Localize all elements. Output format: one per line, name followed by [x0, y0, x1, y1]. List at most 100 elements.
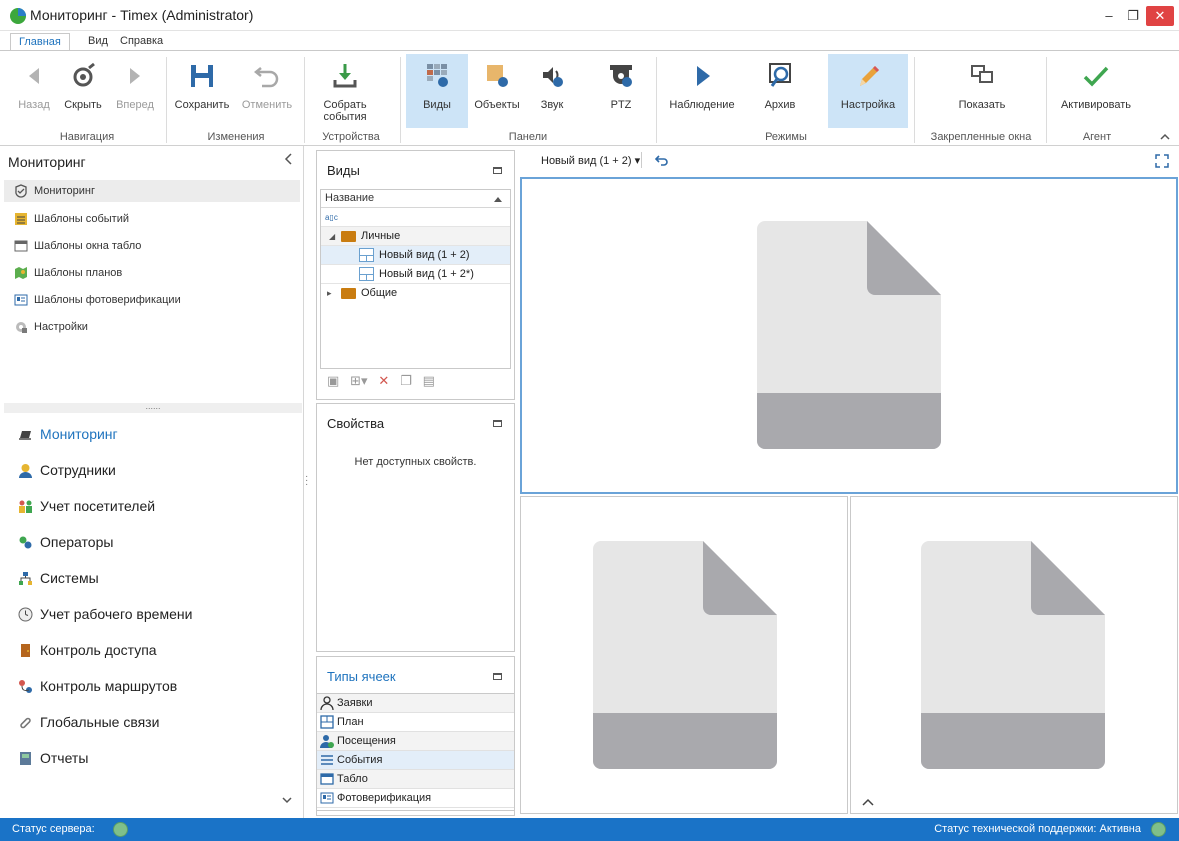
minimize-panel-icon[interactable] — [493, 167, 502, 174]
nav-employees[interactable]: Сотрудники — [18, 452, 298, 488]
objects-button[interactable]: Объекты — [470, 54, 524, 128]
menu-bar: Главная Вид Справка — [0, 31, 1179, 51]
add-view-icon[interactable]: ▣ — [327, 373, 339, 388]
filter-row[interactable]: a▯c — [321, 208, 510, 227]
nav-systems[interactable]: Системы — [18, 560, 298, 596]
nav-label: Учет посетителей — [40, 498, 156, 514]
cell-type-item[interactable]: План — [317, 713, 514, 732]
support-status-label: Статус технической поддержки: Активна — [934, 823, 1141, 835]
view-label: Новый вид (1 + 2) — [379, 249, 470, 261]
view-cell-bottom-right[interactable] — [850, 496, 1178, 814]
tab-view[interactable]: Вид — [80, 33, 116, 51]
cell-type-item[interactable]: Фотоверификация — [317, 789, 514, 808]
cancel-button[interactable]: Отменить — [236, 54, 298, 128]
chevron-up-icon[interactable] — [1160, 133, 1170, 141]
forward-button[interactable]: Вперед — [112, 54, 158, 128]
views-panel-title: Виды — [327, 163, 360, 178]
copy-icon[interactable]: ❐ — [400, 373, 412, 388]
nav-label: Операторы — [40, 534, 114, 550]
view-cell-main[interactable] — [520, 177, 1178, 494]
minimize-panel-icon[interactable] — [493, 420, 502, 427]
cell-type-item[interactable]: Заявки — [317, 694, 514, 713]
save-button[interactable]: Сохранить — [170, 54, 234, 128]
nav-route-control[interactable]: Контроль маршрутов — [18, 668, 298, 704]
properties-panel-title: Свойства — [327, 416, 385, 431]
tree-item-photo-templates[interactable]: Шаблоны фотоверификации — [14, 289, 300, 311]
minimize-panel-icon[interactable] — [493, 673, 502, 680]
chevron-left-icon[interactable] — [284, 153, 294, 165]
sound-button[interactable]: Звук — [528, 54, 576, 128]
id-card-icon — [320, 792, 334, 804]
paste-icon[interactable]: ▤ — [423, 373, 435, 388]
cell-type-item[interactable]: Посещения — [317, 732, 514, 751]
observation-button[interactable]: Наблюдение — [664, 54, 740, 128]
employees-icon — [19, 464, 32, 478]
nav-monitoring[interactable]: Мониторинг — [18, 416, 298, 452]
nav-label: Отчеты — [40, 750, 89, 766]
nav-work-time[interactable]: Учет рабочего времени — [18, 596, 298, 632]
nav-label: Контроль доступа — [40, 642, 157, 658]
collapse-arrow-icon[interactable]: ▸ — [327, 284, 332, 303]
play-icon — [697, 66, 710, 86]
tree-item-monitoring[interactable]: Мониторинг — [4, 180, 300, 202]
close-button[interactable]: ✕ — [1146, 6, 1174, 26]
archive-label: Архив — [764, 99, 796, 111]
id-card-icon — [14, 294, 28, 306]
back-button[interactable]: Назад — [16, 54, 52, 128]
empty-document-icon — [757, 221, 941, 449]
properties-panel: Свойства Нет доступных свойств. — [316, 403, 515, 652]
collect-events-button[interactable]: Собрать события — [314, 54, 376, 128]
vertical-splitter-handle[interactable]: · · · — [305, 472, 308, 490]
tree-folder-common[interactable]: ▸ Общие — [321, 284, 510, 303]
group-navigation: Навигация — [59, 131, 115, 143]
chevron-down-icon[interactable] — [282, 796, 292, 804]
minimize-button[interactable]: – — [1096, 6, 1122, 26]
nav-operators[interactable]: Операторы — [18, 524, 298, 560]
settings-button[interactable]: Настройка — [828, 54, 908, 128]
clock-icon — [18, 607, 33, 622]
tree-item-event-templates[interactable]: Шаблоны событий — [14, 208, 300, 230]
view-cell-bottom-left[interactable] — [520, 496, 848, 814]
tree-item-board-templates[interactable]: Шаблоны окна табло — [14, 235, 300, 257]
tree-item-label: Шаблоны событий — [34, 213, 129, 225]
cell-type-item[interactable]: События — [317, 751, 514, 770]
chevron-up-icon[interactable] — [861, 797, 875, 807]
cell-type-item[interactable]: Табло — [317, 770, 514, 789]
view-toolbar: Новый вид (1 + 2) ▾ — [519, 146, 1179, 176]
tree-folder-personal[interactable]: ◢ Личные — [321, 227, 510, 246]
layout-icon[interactable]: ⊞▾ — [350, 373, 367, 388]
back-label: Назад — [18, 99, 50, 111]
ptz-button[interactable]: PTZ — [594, 54, 648, 128]
nav-visitors[interactable]: Учет посетителей — [18, 488, 298, 524]
hide-button[interactable]: Скрыть — [58, 54, 108, 128]
show-button[interactable]: Показать — [928, 54, 1036, 128]
speaker-icon — [543, 67, 563, 87]
nav-label: Сотрудники — [40, 462, 116, 478]
expand-arrow-icon[interactable]: ◢ — [329, 227, 335, 246]
show-label: Показать — [958, 99, 1006, 111]
undo-icon[interactable] — [655, 154, 669, 166]
nav-reports[interactable]: Отчеты — [18, 740, 298, 776]
tree-item-plan-templates[interactable]: Шаблоны планов — [14, 262, 300, 284]
tree-item-settings[interactable]: Настройки — [14, 316, 300, 338]
tree-item-view-2[interactable]: Новый вид (1 + 2*) — [321, 265, 510, 284]
left-panel-title: Мониторинг — [8, 154, 86, 170]
nav-global-links[interactable]: Глобальные связи — [18, 704, 298, 740]
archive-button[interactable]: Архив — [750, 54, 810, 128]
ptz-label: PTZ — [610, 99, 632, 111]
activate-button[interactable]: Активировать — [1052, 54, 1140, 128]
column-header-name[interactable]: Название — [321, 190, 510, 208]
restore-button[interactable]: ❐ — [1120, 6, 1146, 26]
status-bar: Статус сервера: Статус технической подде… — [0, 818, 1179, 841]
tree-item-view-1[interactable]: Новый вид (1 + 2) — [321, 246, 510, 265]
tab-home[interactable]: Главная — [10, 33, 70, 51]
tab-help[interactable]: Справка — [112, 33, 171, 51]
views-button[interactable]: Виды — [406, 54, 468, 128]
expand-icon[interactable] — [1155, 154, 1169, 168]
window-title: Мониторинг - Timex (Administrator) — [30, 7, 254, 23]
route-icon — [19, 680, 32, 693]
view-selector-dropdown[interactable]: Новый вид (1 + 2) ▾ — [541, 154, 640, 167]
panel-splitter[interactable]: ...... — [4, 402, 302, 413]
nav-access-control[interactable]: Контроль доступа — [18, 632, 298, 668]
delete-icon[interactable]: ✕ — [378, 373, 389, 388]
